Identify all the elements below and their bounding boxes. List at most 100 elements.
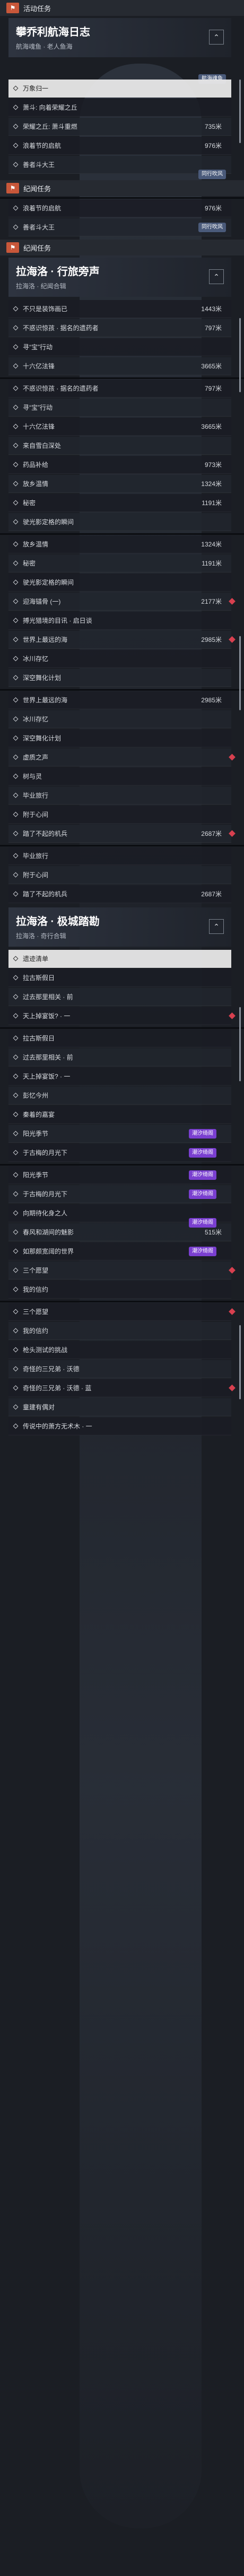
diamond-icon [13, 1131, 19, 1136]
diamond-icon [13, 716, 19, 722]
collapse-icon[interactable]: ⌃ [209, 919, 224, 934]
quest-row[interactable]: 毕业旅行 [8, 847, 231, 865]
quest-row[interactable]: 来自雪白深处 [8, 437, 231, 455]
activity-header[interactable]: ⚑ 活动任务 [0, 0, 244, 16]
diamond-icon [13, 792, 19, 798]
quest-row[interactable]: 阳光季节 潮汐绮阁 [8, 1125, 231, 1143]
quest-row[interactable]: 荣耀之丘: 萧斗重燃 735米 [8, 118, 231, 136]
quest-row[interactable]: 秦着的嘉宴 [8, 1106, 231, 1124]
quest-row[interactable]: 秘密 1191米 [8, 494, 231, 512]
main-task-header[interactable]: ⚑ 纪闻任务 [0, 180, 244, 196]
quest-row[interactable]: 放乡温情 1324米 [8, 475, 231, 493]
quest-row[interactable]: 遗迹清单 [8, 950, 231, 968]
quest-row[interactable]: 世界上最远的海 2985米 [8, 691, 231, 709]
flag-icon: ⚑ [6, 183, 19, 193]
diamond-icon [13, 872, 19, 878]
diamond-icon [13, 1191, 19, 1197]
quest-row[interactable]: 毕业旅行 [8, 787, 231, 805]
quest-row[interactable]: 附于心间 [8, 806, 231, 824]
quest-row[interactable]: 过去那里相关 · 前 [8, 1048, 231, 1066]
quest-row[interactable]: 传说中的萧方无术木 · 一 [8, 1417, 231, 1435]
diamond-icon [13, 853, 19, 859]
quest-row[interactable]: 浪着节的启航 976米 [8, 137, 231, 155]
quest-row[interactable]: 于古梅的月光下 潮汐绮阁 [8, 1144, 231, 1162]
quest-row[interactable]: 如那颇宽阔的世界 潮汐绮阁 [8, 1242, 231, 1260]
quest-row[interactable]: 我的信约 [8, 1281, 231, 1299]
quest-row[interactable]: 我的信约 [8, 1322, 231, 1340]
quest-row[interactable]: 搏光猎境的目讯 · 启日谈 [8, 612, 231, 630]
marker-icon [229, 1012, 236, 1019]
scrollbar[interactable] [239, 318, 241, 392]
quest-row[interactable]: 春风和湖间的魅影 515米 潮汐绮阁 [8, 1218, 231, 1241]
divider [0, 845, 244, 846]
marker-icon [229, 1384, 236, 1391]
quest-row[interactable]: 十六亿法锋 3665米 [8, 418, 231, 436]
collapse-icon[interactable]: ⌃ [209, 30, 224, 45]
section-title-block[interactable]: 攀乔利航海日志 航海魂鱼 · 老人鱼海 ⌃ [8, 18, 231, 57]
quest-row[interactable]: 虚质之声 [8, 748, 236, 766]
quest-row[interactable]: 世界上最远的海 2985米 [8, 631, 236, 649]
quest-row[interactable]: 天上掉宴饭? · 一 [8, 1007, 236, 1025]
marker-icon [229, 830, 236, 837]
quest-row[interactable]: 于古梅的月光下 潮汐绮阁 [8, 1185, 231, 1203]
quest-row[interactable]: 秘密 1191米 [8, 554, 231, 572]
section-title-block[interactable]: 拉海洛 · 极城踏勘 拉海洛 · 奇行合辑 ⌃ [8, 907, 231, 947]
divider [0, 689, 244, 691]
flag-icon: ⚑ [6, 3, 19, 13]
quest-row[interactable]: 冰川存忆 [8, 710, 231, 728]
diamond-icon [13, 637, 19, 642]
quest-row[interactable]: 三个愿望 [8, 1261, 236, 1280]
quest-row[interactable]: 彭忆今州 [8, 1087, 231, 1105]
quest-row[interactable]: 不惑识惊孩 · 据名的遗药者 797米 [8, 380, 231, 398]
category-tag: 潮汐绮阁 [189, 1129, 216, 1139]
scrollbar[interactable] [239, 1325, 241, 1399]
quest-row[interactable]: 放乡温情 1324米 [8, 535, 231, 553]
quest-row[interactable]: 树与灵 [8, 767, 231, 786]
quest-row[interactable]: 拉古斯假日 [8, 969, 231, 987]
quest-row[interactable]: 附于心间 [8, 866, 231, 884]
section-title-block[interactable]: 拉海洛 · 行旅旁声 拉海洛 · 纪闻合辑 ⌃ [8, 258, 231, 297]
quest-row[interactable]: 不只是装饰画已 1443米 [8, 300, 231, 318]
diamond-icon [13, 773, 19, 779]
quest-row[interactable]: 过去那里相关 · 前 [8, 988, 231, 1006]
quest-row[interactable]: 驶光影定格的瞬间 [8, 513, 231, 531]
diamond-icon [13, 1267, 19, 1273]
diamond-icon [13, 306, 19, 312]
quest-row[interactable]: 奇怪的三兄弟 · 沃德 [8, 1360, 231, 1378]
quest-row[interactable]: 童建有偶对 [8, 1398, 231, 1416]
diamond-icon [13, 325, 19, 331]
quest-row[interactable]: 天上掉宴饭? · 一 [8, 1068, 231, 1086]
diamond-icon [13, 994, 19, 1000]
quest-row[interactable]: 迎海锚骨 (一) 2177米 [8, 593, 236, 611]
quest-row[interactable]: 冰川存忆 [8, 650, 231, 668]
quest-row[interactable]: 踏了不起的机兵 2687米 [8, 885, 231, 903]
quest-row[interactable]: 万象归一 [8, 80, 231, 98]
quest-row[interactable]: 奇怪的三兄弟 · 沃德 · 蓝 [8, 1379, 236, 1397]
quest-row[interactable]: 深空舞化计划 [8, 669, 231, 687]
quest-row[interactable]: 拉古斯假日 [8, 1029, 231, 1047]
quest-row[interactable]: 寻“宝”行动 [8, 338, 231, 356]
scrollbar[interactable] [239, 636, 241, 710]
collapse-icon[interactable]: ⌃ [209, 269, 224, 284]
category-tag: 潮汐绮阁 [189, 1170, 216, 1180]
quest-row[interactable]: 踏了不起的机兵 2687米 [8, 825, 236, 843]
quest-row[interactable]: 不惑识惊孩 · 据名的遗药者 797米 [8, 319, 231, 337]
quest-row[interactable]: 驶光影定格的瞬间 [8, 574, 231, 592]
scrollbar[interactable] [239, 80, 241, 143]
quest-row[interactable]: 枪头测试的挑战 [8, 1341, 231, 1359]
diamond-icon [13, 85, 19, 91]
scrollbar[interactable] [239, 1007, 241, 1081]
quest-row[interactable]: 深空舞化计划 [8, 729, 231, 747]
quest-row[interactable]: 善者斗大王 [8, 156, 231, 174]
quest-row[interactable]: 浪着节的启航 976米 [8, 199, 231, 217]
main-task-header[interactable]: ⚑ 纪闻任务 [0, 240, 244, 255]
quest-row[interactable]: 阳光季节 潮汐绮阁 [8, 1166, 231, 1184]
quest-row[interactable]: 十六亿法锋 3665米 [8, 357, 231, 375]
diamond-icon [13, 675, 19, 681]
diamond-icon [13, 1366, 19, 1372]
quest-row[interactable]: 萧斗: 向着荣耀之丘 [8, 99, 231, 117]
quest-row[interactable]: 药品补给 973米 [8, 456, 231, 474]
quest-row[interactable]: 寻“宝”行动 [8, 399, 231, 417]
quest-row[interactable]: 善者斗大王 [8, 218, 231, 236]
quest-row[interactable]: 三个愿望 [8, 1303, 236, 1321]
